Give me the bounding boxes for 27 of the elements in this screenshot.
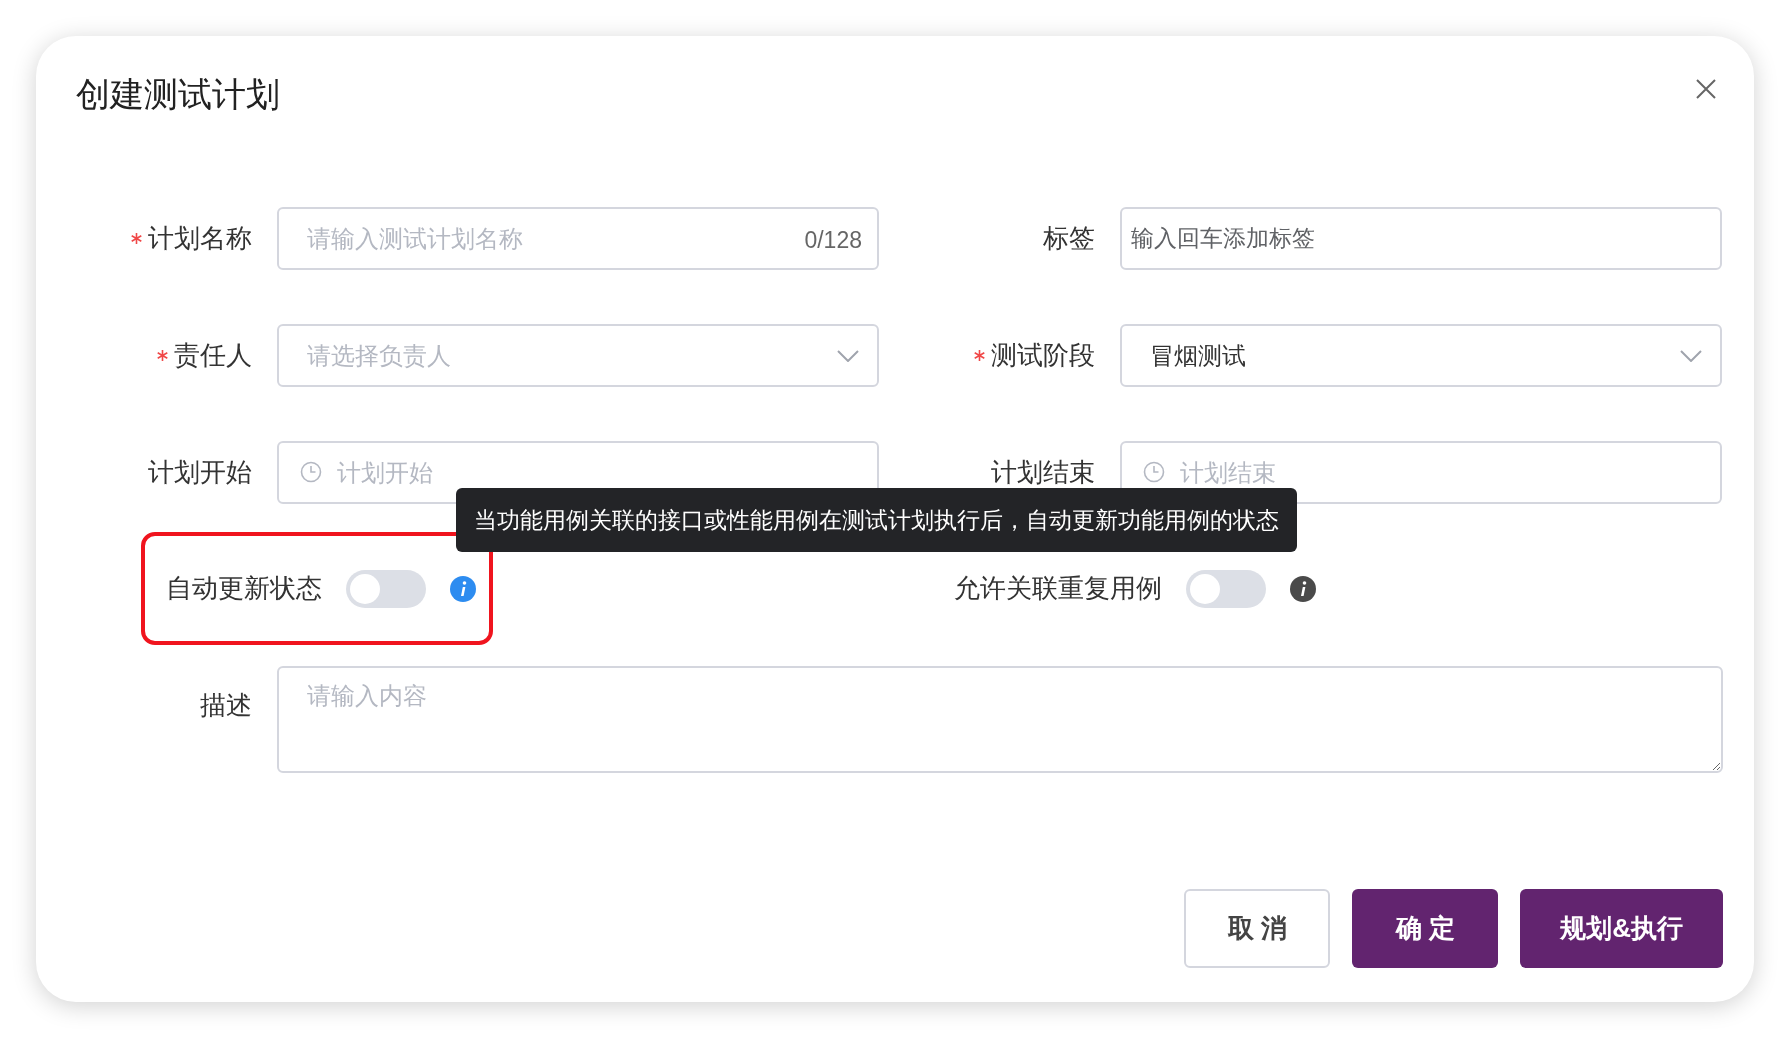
primary-button[interactable]: 确 定 xyxy=(1352,889,1499,968)
switch-label: 允许关联重复用例 xyxy=(954,572,1162,605)
field-label: 计划开始 xyxy=(148,456,252,489)
field-label: 描述 xyxy=(200,690,252,720)
tooltip: 当功能用例关联的接口或性能用例在测试计划执行后，自动更新功能用例的状态 xyxy=(456,488,1297,552)
tag-input-field[interactable]: 输入回车添加标签 xyxy=(1120,207,1722,270)
info-icon[interactable] xyxy=(1290,575,1316,602)
dialog-title: 创建测试计划 xyxy=(76,74,280,114)
field-label: 计划名称 xyxy=(148,222,252,255)
field-label: 责任人 xyxy=(174,339,252,372)
clock-icon xyxy=(300,461,322,483)
description-textarea[interactable]: 请输入内容 xyxy=(277,666,1723,773)
close-icon xyxy=(1695,78,1717,100)
date-field[interactable]: 计划结束 xyxy=(1120,441,1722,504)
field-label: 计划结束 xyxy=(991,456,1095,489)
chevron-down-icon xyxy=(1680,349,1702,362)
cancel-button[interactable]: 取 消 xyxy=(1184,889,1331,968)
primary-button[interactable]: 规划&执行 xyxy=(1520,889,1723,968)
field-label: 标签 xyxy=(1043,222,1095,255)
field-label: 测试阶段 xyxy=(991,339,1095,372)
clock-icon xyxy=(1143,461,1165,483)
switch-label: 自动更新状态 xyxy=(166,572,322,605)
toggle-switch[interactable] xyxy=(1186,569,1266,608)
chevron-down-icon xyxy=(837,349,859,362)
select-field[interactable]: 冒烟测试 xyxy=(1120,324,1722,387)
toggle-switch[interactable] xyxy=(346,569,426,608)
character-counter: 0/128 xyxy=(804,226,862,255)
